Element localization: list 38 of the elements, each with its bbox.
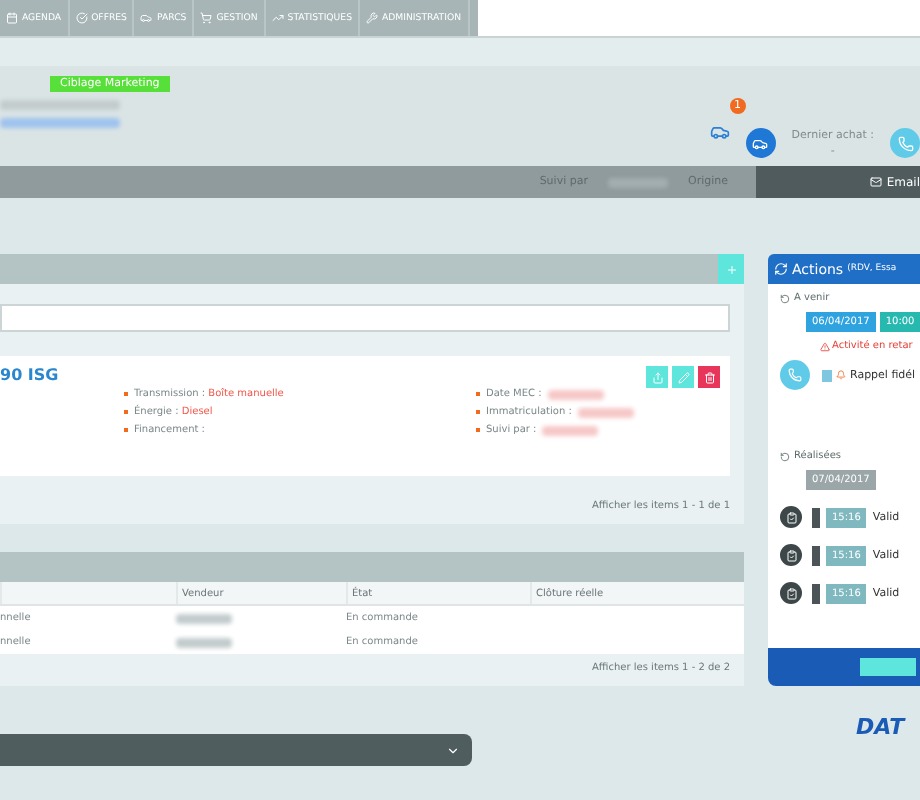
mail-icon: [870, 176, 883, 188]
nav-icon: [200, 12, 213, 24]
vehicle-title: 90 ISG: [0, 366, 59, 388]
car-icon[interactable]: [709, 122, 730, 142]
refresh-icon: [774, 262, 788, 276]
blurred-text: [176, 637, 232, 647]
add-button[interactable]: [718, 254, 744, 284]
nav-icon: [365, 12, 378, 24]
search-field[interactable]: [0, 304, 730, 332]
car-circle-icon[interactable]: [745, 128, 776, 158]
bell-icon: [836, 370, 846, 380]
action-button[interactable]: [860, 658, 916, 676]
chevron-icon: [446, 743, 460, 757]
nav-icon: [271, 12, 284, 24]
logo: DAT: [856, 714, 908, 740]
blurred-text: [547, 389, 604, 399]
nav-icon: [140, 12, 153, 24]
trash-icon: [703, 371, 715, 383]
phone-icon[interactable]: [890, 128, 920, 158]
pencil-icon: [677, 371, 689, 383]
clipboard-icon: [780, 506, 802, 528]
undo-icon: [780, 451, 790, 461]
nav-icon: [75, 12, 88, 24]
blurred-text: [0, 100, 120, 110]
share-icon: [651, 371, 663, 383]
blurred-text: [577, 407, 634, 417]
clipboard-icon: [780, 582, 802, 604]
warning-icon: [820, 341, 830, 351]
plus-icon: [725, 263, 737, 275]
blurred-text: [542, 425, 599, 435]
collapsed-section-bar[interactable]: [0, 734, 472, 766]
phone-icon: [780, 360, 810, 390]
refresh-icon: [780, 293, 790, 303]
clipboard-icon: [780, 544, 802, 566]
delete-button[interactable]: [698, 366, 720, 388]
blurred-text: [176, 613, 232, 623]
nav-icon: [6, 12, 18, 24]
share-button[interactable]: [646, 366, 668, 388]
